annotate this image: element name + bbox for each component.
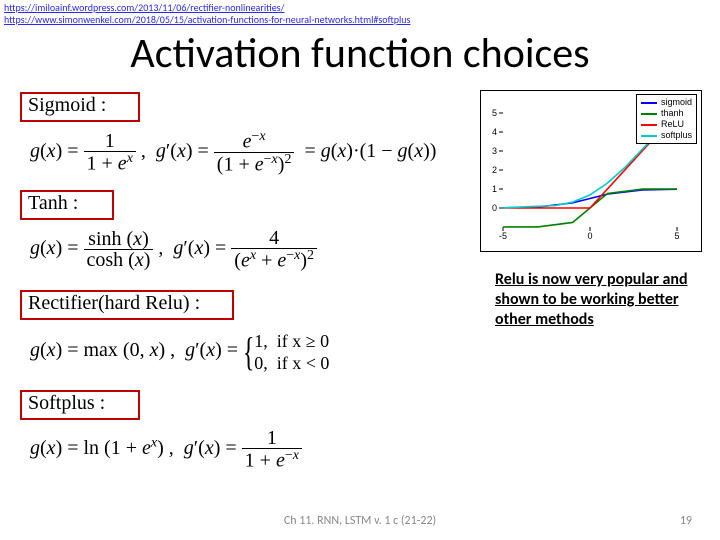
tanh-eq: g(x) = sinh (x)cosh (x) , g′(x) = 4(ex +… (30, 228, 317, 271)
swatch-tanh (641, 113, 657, 115)
rectifier-eq: g(x) = max (0, x) , g′(x) = {1, if x ≥ 0… (30, 328, 329, 375)
relu-note: Relu is now very popular and shown to be… (495, 270, 705, 330)
svg-text:1: 1 (492, 184, 497, 194)
sigmoid-eq: g(x) = 11 + ex , g′(x) = e−x(1 + e−x)2 =… (30, 130, 436, 174)
svg-text:4: 4 (492, 127, 497, 137)
svg-text:2: 2 (492, 165, 497, 175)
footer-page-number: 19 (680, 514, 692, 528)
svg-text:-5: -5 (499, 231, 507, 241)
link-2[interactable]: https://www.simonwenkel.com/2018/05/15/a… (4, 13, 410, 26)
source-links: https://imiloainf.wordpress.com/2013/11/… (4, 2, 410, 26)
sigmoid-label: Sigmoid : (28, 94, 106, 117)
svg-text:0: 0 (587, 231, 592, 241)
footer-center: Ch 11. RNN, LSTM v. 1 c (21-22) (0, 514, 720, 528)
tanh-label: Tanh : (28, 192, 78, 215)
softplus-label: Softplus : (28, 392, 105, 415)
swatch-sigmoid (641, 102, 657, 104)
svg-text:3: 3 (492, 146, 497, 156)
slide: https://imiloainf.wordpress.com/2013/11/… (0, 0, 720, 540)
svg-text:0: 0 (492, 203, 497, 213)
activation-chart: -5 0 5 0 1 2 3 4 5 sigmoid thanh ReLU softplus (480, 90, 702, 252)
softplus-eq: g(x) = ln (1 + ex) , g′(x) = 11 + e−x (30, 428, 302, 471)
slide-title: Activation function choices (0, 28, 720, 79)
svg-text:5: 5 (674, 231, 679, 241)
chart-legend: sigmoid thanh ReLU softplus (636, 94, 697, 144)
swatch-softplus (641, 135, 657, 137)
swatch-relu (641, 124, 657, 126)
rectifier-label: Rectifier(hard Relu) : (28, 292, 200, 315)
svg-text:5: 5 (492, 108, 497, 118)
